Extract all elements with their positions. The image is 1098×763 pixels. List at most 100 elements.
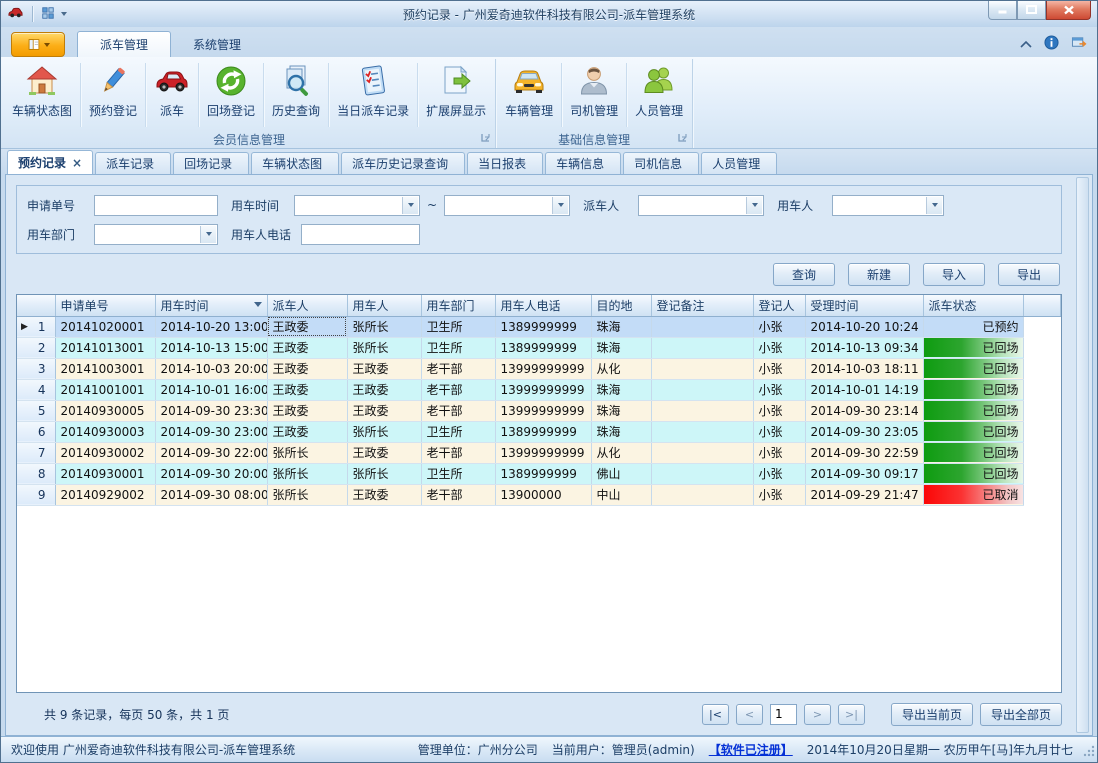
style-chooser-icon[interactable] (1071, 35, 1087, 53)
table-row[interactable]: 8 20140930001 2014-09-30 20:00 张所长 张所长 卫… (17, 463, 1061, 484)
cell-dispatch-status[interactable]: 已回场 (923, 358, 1023, 379)
col-remark[interactable]: 登记备注 (651, 295, 753, 316)
cell-remark[interactable] (651, 379, 753, 400)
create-button[interactable]: 新建 (848, 263, 910, 286)
dispatch-button[interactable]: 派车 (146, 59, 198, 131)
dept-combo[interactable] (94, 224, 218, 245)
row-number[interactable]: 3 (17, 358, 55, 379)
cell-user[interactable]: 张所长 (347, 421, 421, 442)
col-order-no[interactable]: 申请单号 (55, 295, 155, 316)
cell-destination[interactable]: 珠海 (591, 421, 651, 442)
cell-accept-time[interactable]: 2014-09-29 21:47 (805, 484, 923, 505)
cell-order-no[interactable]: 20141013001 (55, 337, 155, 358)
cell-remark[interactable] (651, 400, 753, 421)
cell-registrar[interactable]: 小张 (753, 337, 805, 358)
export-button[interactable]: 导出 (998, 263, 1060, 286)
document-tab[interactable]: 车辆状态图 (251, 152, 339, 174)
col-user[interactable]: 用车人 (347, 295, 421, 316)
cell-registrar[interactable]: 小张 (753, 316, 805, 337)
dialog-launcher-icon[interactable] (678, 131, 687, 145)
cell-user[interactable]: 王政委 (347, 379, 421, 400)
cell-dispatch-status[interactable]: 已回场 (923, 400, 1023, 421)
row-number[interactable]: 4 (17, 379, 55, 400)
cell-dispatcher[interactable]: 张所长 (267, 484, 347, 505)
cell-destination[interactable]: 从化 (591, 442, 651, 463)
dispatcher-combo[interactable] (638, 195, 764, 216)
cell-use-time[interactable]: 2014-10-03 20:00 (155, 358, 267, 379)
user-combo[interactable] (832, 195, 944, 216)
cell-use-time[interactable]: 2014-09-30 08:00 (155, 484, 267, 505)
col-registrar[interactable]: 登记人 (753, 295, 805, 316)
cell-phone[interactable]: 1389999999 (495, 421, 591, 442)
license-link[interactable]: 【软件已注册】 (709, 741, 793, 758)
sort-descending-icon[interactable] (254, 302, 262, 307)
cell-accept-time[interactable]: 2014-09-30 23:14 (805, 400, 923, 421)
previous-page-button[interactable]: < (736, 704, 763, 725)
cell-remark[interactable] (651, 463, 753, 484)
collapse-ribbon-icon[interactable] (1020, 37, 1032, 51)
cell-order-no[interactable]: 20141003001 (55, 358, 155, 379)
return-register-button[interactable]: 回场登记 (199, 59, 263, 131)
cell-dispatcher[interactable]: 王政委 (267, 316, 347, 337)
cell-destination[interactable]: 珠海 (591, 400, 651, 421)
cell-accept-time[interactable]: 2014-09-30 22:59 (805, 442, 923, 463)
row-number[interactable]: 6 (17, 421, 55, 442)
col-dispatcher[interactable]: 派车人 (267, 295, 347, 316)
cell-registrar[interactable]: 小张 (753, 484, 805, 505)
close-button[interactable] (1046, 1, 1091, 20)
cell-dispatcher[interactable]: 王政委 (267, 337, 347, 358)
cell-registrar[interactable]: 小张 (753, 379, 805, 400)
vertical-scrollbar[interactable] (1076, 177, 1089, 733)
cell-accept-time[interactable]: 2014-10-20 10:24 (805, 316, 923, 337)
cell-order-no[interactable]: 20140930001 (55, 463, 155, 484)
cell-dispatcher[interactable]: 张所长 (267, 463, 347, 484)
export-all-pages-button[interactable]: 导出全部页 (980, 703, 1062, 726)
cell-accept-time[interactable]: 2014-10-01 14:19 (805, 379, 923, 400)
row-number[interactable]: 8 (17, 463, 55, 484)
cell-dispatch-status[interactable]: 已预约 (923, 316, 1023, 337)
cell-order-no[interactable]: 20140929002 (55, 484, 155, 505)
cell-remark[interactable] (651, 442, 753, 463)
table-row[interactable]: 3 20141003001 2014-10-03 20:00 王政委 王政委 老… (17, 358, 1061, 379)
maximize-button[interactable] (1017, 1, 1046, 20)
document-tab[interactable]: 当日报表 (467, 152, 543, 174)
cell-destination[interactable]: 中山 (591, 484, 651, 505)
row-number[interactable]: 9 (17, 484, 55, 505)
personnel-management-button[interactable]: 人员管理 (627, 59, 691, 131)
cell-dispatch-status[interactable]: 已取消 (923, 484, 1023, 505)
cell-phone[interactable]: 13999999999 (495, 442, 591, 463)
document-tab[interactable]: 司机信息 (623, 152, 699, 174)
cell-destination[interactable]: 珠海 (591, 316, 651, 337)
cell-remark[interactable] (651, 316, 753, 337)
cell-user[interactable]: 张所长 (347, 463, 421, 484)
cell-use-time[interactable]: 2014-10-13 15:00 (155, 337, 267, 358)
today-dispatch-records-button[interactable]: 当日派车记录 (329, 59, 417, 131)
cell-dispatch-status[interactable]: 已回场 (923, 337, 1023, 358)
vehicle-management-button[interactable]: 车辆管理 (497, 59, 561, 131)
cell-registrar[interactable]: 小张 (753, 421, 805, 442)
info-icon[interactable] (1044, 35, 1059, 53)
row-number[interactable]: 7 (17, 442, 55, 463)
table-row[interactable]: 7 20140930002 2014-09-30 22:00 张所长 王政委 老… (17, 442, 1061, 463)
cell-order-no[interactable]: 20140930002 (55, 442, 155, 463)
cell-order-no[interactable]: 20141020001 (55, 316, 155, 337)
cell-dept[interactable]: 卫生所 (421, 463, 495, 484)
cell-accept-time[interactable]: 2014-10-13 09:34 (805, 337, 923, 358)
cell-user[interactable]: 王政委 (347, 358, 421, 379)
cell-dept[interactable]: 卫生所 (421, 421, 495, 442)
close-icon[interactable]: × (72, 156, 82, 170)
col-dept[interactable]: 用车部门 (421, 295, 495, 316)
page-number-input[interactable] (770, 704, 797, 725)
cell-destination[interactable]: 珠海 (591, 379, 651, 400)
document-tab[interactable]: 派车历史记录查询 (341, 152, 465, 174)
table-row[interactable]: 4 20141001001 2014-10-01 16:00 王政委 王政委 老… (17, 379, 1061, 400)
document-tab[interactable]: 预约记录 × (7, 150, 93, 174)
cell-accept-time[interactable]: 2014-10-03 18:11 (805, 358, 923, 379)
cell-order-no[interactable]: 20141001001 (55, 379, 155, 400)
cell-use-time[interactable]: 2014-09-30 20:00 (155, 463, 267, 484)
cell-phone[interactable]: 13900000 (495, 484, 591, 505)
ribbon-tab-dispatch[interactable]: 派车管理 (77, 31, 171, 57)
import-button[interactable]: 导入 (923, 263, 985, 286)
use-time-to-combo[interactable] (444, 195, 570, 216)
col-dispatch-status[interactable]: 派车状态 (923, 295, 1023, 316)
